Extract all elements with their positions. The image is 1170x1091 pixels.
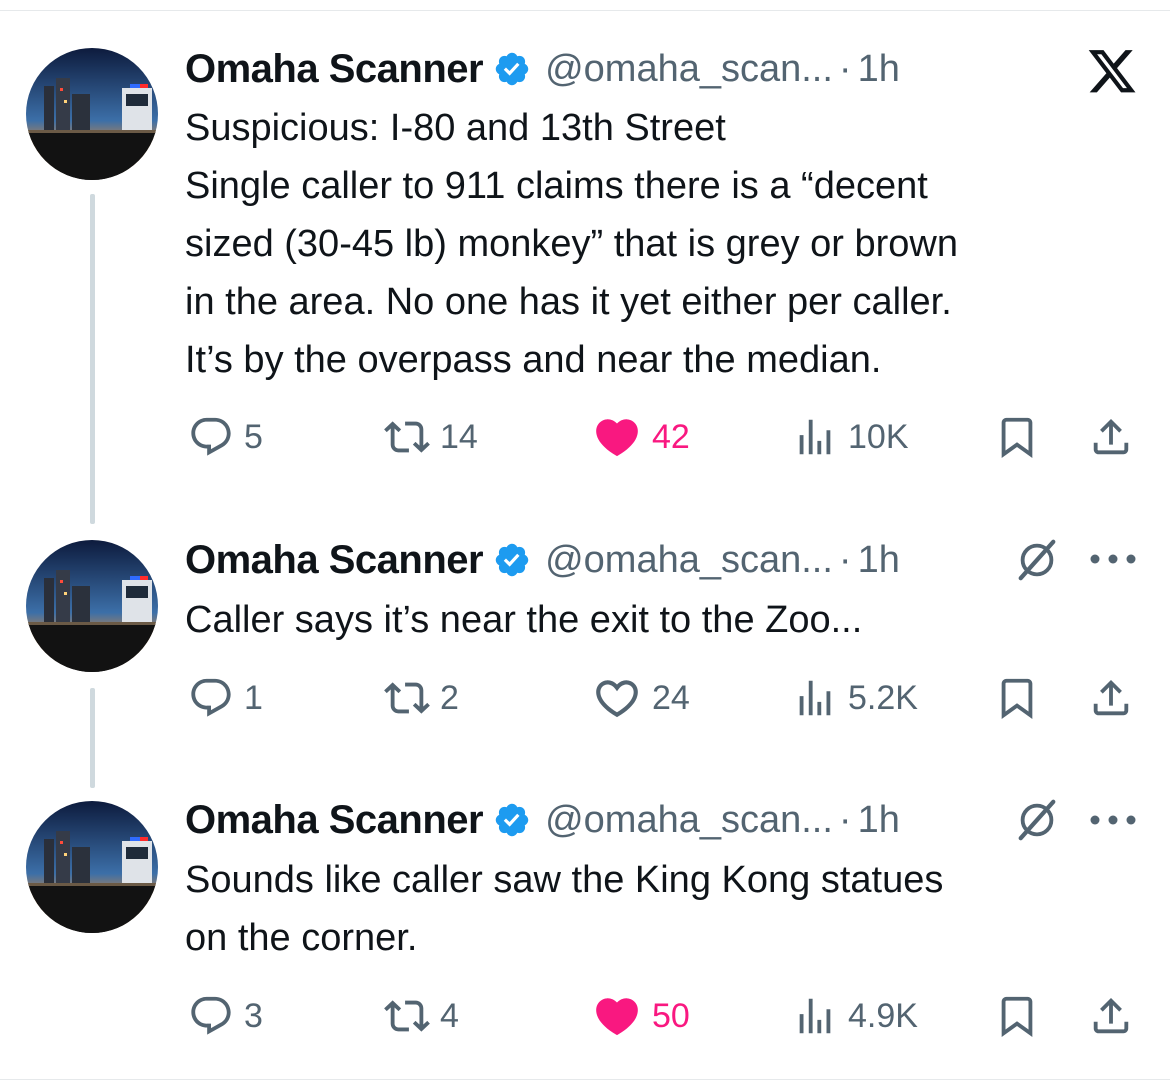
tweet-header: Omaha Scanner @omaha_scan... · 1h — [185, 538, 900, 582]
tweet-text-line: on the corner. — [185, 917, 418, 959]
repost-button[interactable]: 4 — [384, 991, 459, 1041]
tweet[interactable]: Omaha Scanner @omaha_scan... · 1h Suspic… — [0, 0, 1170, 520]
tweet-text-line: Sounds like caller saw the King Kong sta… — [185, 859, 944, 901]
bookmark-icon[interactable] — [994, 675, 1040, 721]
views-count: 4.9K — [848, 996, 918, 1035]
action-bar: 1 2 24 5.2K — [0, 673, 1170, 723]
separator-dot: · — [838, 538, 852, 581]
repost-button[interactable]: 2 — [384, 673, 459, 723]
bookmark-icon[interactable] — [994, 993, 1040, 1039]
reply-icon — [191, 417, 231, 456]
tweet-text-line: sized (30-45 lb) monkey” that is grey or… — [185, 223, 958, 265]
avatar[interactable] — [26, 48, 158, 180]
separator-dot: · — [838, 798, 852, 841]
more-options-icon[interactable] — [1088, 552, 1138, 566]
like-count: 50 — [652, 996, 690, 1035]
bottom-divider — [0, 1079, 1170, 1080]
bookmark-icon[interactable] — [994, 414, 1040, 460]
tweet-text: Caller says it’s near the exit to the Zo… — [185, 591, 862, 649]
handle[interactable]: @omaha_scan... — [545, 799, 833, 842]
handle[interactable]: @omaha_scan... — [545, 539, 833, 582]
views-button[interactable]: 10K — [792, 412, 909, 462]
reply-icon — [191, 678, 231, 717]
tweet-text: Suspicious: I-80 and 13th Street Single … — [185, 99, 958, 389]
verified-badge-icon — [495, 803, 529, 837]
tweet-text-line: Suspicious: I-80 and 13th Street — [185, 107, 726, 149]
display-name[interactable]: Omaha Scanner — [185, 798, 484, 843]
verified-badge-icon — [495, 52, 529, 86]
tweet-text-line: in the area. No one has it yet either pe… — [185, 281, 952, 323]
views-icon — [799, 680, 831, 716]
repost-icon — [384, 1000, 430, 1032]
tweet-text-line: Single caller to 911 claims there is a “… — [185, 165, 928, 207]
tweet-text-line: Caller says it’s near the exit to the Zo… — [185, 599, 863, 641]
share-icon[interactable] — [1088, 993, 1134, 1039]
repost-button[interactable]: 14 — [384, 412, 478, 462]
separator-dot: · — [838, 47, 852, 90]
like-button[interactable]: 24 — [592, 673, 690, 723]
repost-count: 14 — [440, 417, 478, 456]
action-bar: 5 14 42 10K — [0, 412, 1170, 462]
like-button[interactable]: 50 — [592, 991, 690, 1041]
timestamp[interactable]: 1h — [858, 539, 900, 582]
views-count: 10K — [848, 417, 909, 456]
reply-count: 3 — [244, 996, 263, 1035]
views-button[interactable]: 5.2K — [792, 673, 918, 723]
like-button[interactable]: 42 — [592, 412, 690, 462]
heart-filled-icon — [596, 419, 638, 457]
share-icon[interactable] — [1088, 414, 1134, 460]
tweet-header: Omaha Scanner @omaha_scan... · 1h — [185, 47, 900, 91]
like-count: 24 — [652, 678, 690, 717]
verified-badge-icon — [495, 543, 529, 577]
avatar[interactable] — [26, 540, 158, 672]
grok-icon[interactable] — [1014, 537, 1060, 583]
reply-button[interactable]: 3 — [188, 991, 263, 1041]
reply-count: 1 — [244, 678, 263, 717]
reply-button[interactable]: 5 — [188, 412, 263, 462]
tweet-text-line: It’s by the overpass and near the median… — [185, 339, 882, 381]
reply-button[interactable]: 1 — [188, 673, 263, 723]
handle[interactable]: @omaha_scan... — [545, 48, 833, 91]
tweet-text: Sounds like caller saw the King Kong sta… — [185, 851, 943, 967]
views-icon — [799, 419, 831, 455]
display-name[interactable]: Omaha Scanner — [185, 47, 484, 92]
repost-icon — [384, 421, 430, 453]
avatar[interactable] — [26, 801, 158, 933]
tweet-header: Omaha Scanner @omaha_scan... · 1h — [185, 798, 900, 842]
timestamp[interactable]: 1h — [858, 799, 900, 842]
repost-count: 2 — [440, 678, 459, 717]
repost-count: 4 — [440, 996, 459, 1035]
display-name[interactable]: Omaha Scanner — [185, 538, 484, 583]
more-options-icon[interactable] — [1088, 813, 1138, 827]
repost-icon — [384, 682, 430, 714]
x-logo-icon[interactable] — [1086, 50, 1138, 98]
views-button[interactable]: 4.9K — [792, 991, 918, 1041]
share-icon[interactable] — [1088, 675, 1134, 721]
timestamp[interactable]: 1h — [858, 48, 900, 91]
views-icon — [799, 998, 831, 1034]
action-bar: 3 4 50 4.9K — [0, 991, 1170, 1041]
reply-count: 5 — [244, 417, 263, 456]
heart-filled-icon — [596, 998, 638, 1036]
reply-icon — [191, 996, 231, 1035]
views-count: 5.2K — [848, 678, 918, 717]
like-count: 42 — [652, 417, 690, 456]
heart-outline-icon — [596, 680, 638, 718]
grok-icon[interactable] — [1014, 797, 1060, 843]
